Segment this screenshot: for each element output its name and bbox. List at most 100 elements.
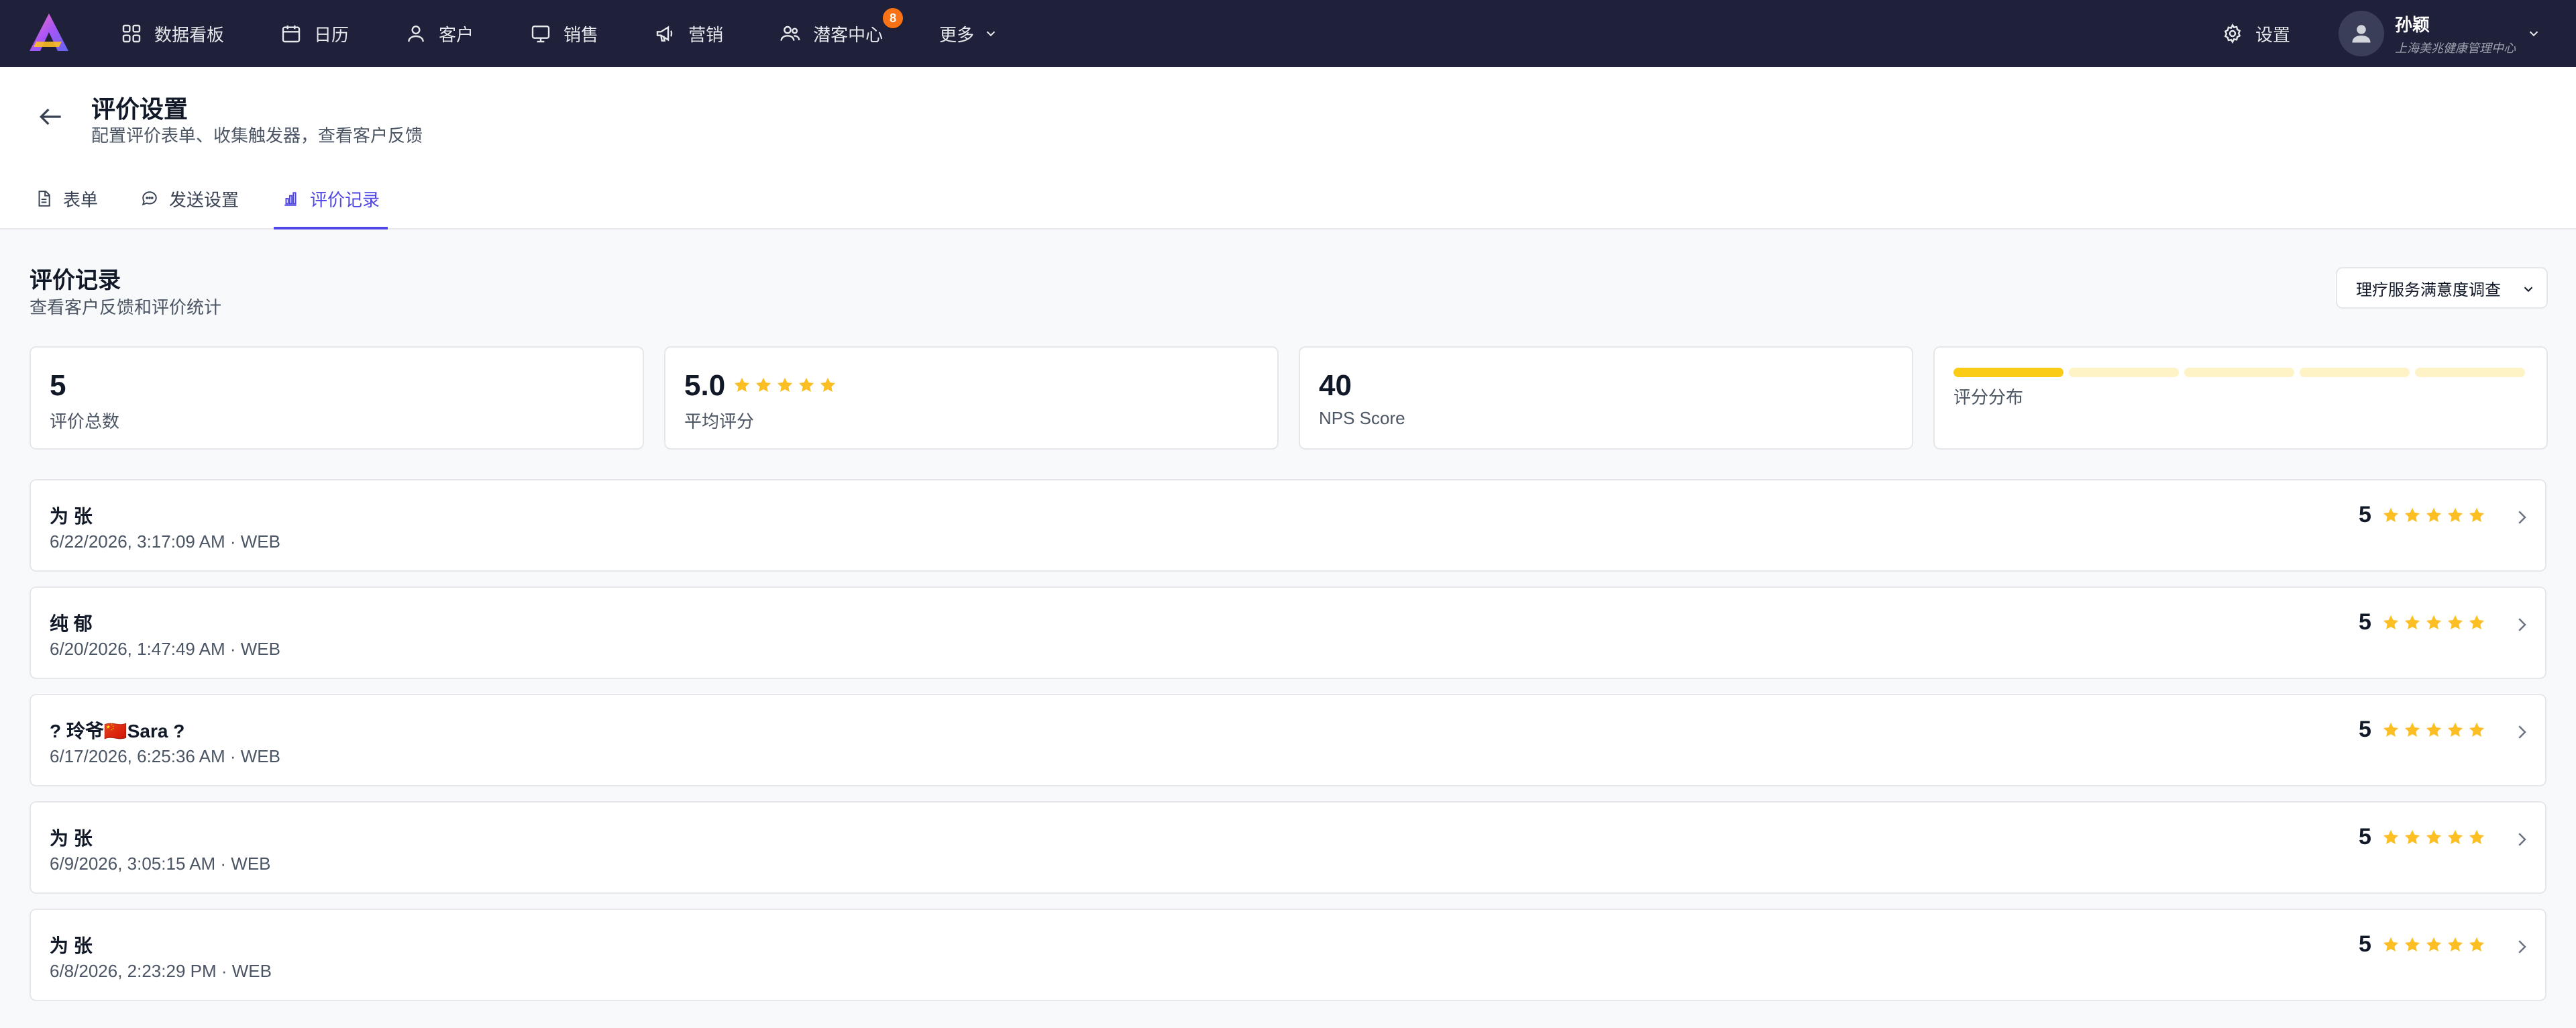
- review-record-row[interactable]: ? 玲爷🇨🇳Sara ? 6/17/2026, 6:25:36 AM · WEB…: [30, 694, 2546, 786]
- star-icon: [2469, 615, 2485, 630]
- nav-more-menu[interactable]: 更多: [939, 0, 998, 67]
- record-customer-name: 为 张: [50, 935, 93, 956]
- star-icon: [798, 377, 814, 393]
- nav-item-label: 潜客中心: [813, 24, 883, 45]
- total-reviews-value: 5: [50, 369, 66, 402]
- star-icon: [755, 377, 771, 393]
- nav-item-sales[interactable]: 销售: [530, 0, 598, 67]
- nav-item-dashboard[interactable]: 数据看板: [121, 0, 224, 67]
- record-meta: 6/17/2026, 6:25:36 AM · WEB: [50, 746, 280, 766]
- review-record-row[interactable]: 为 张 6/22/2026, 3:17:09 AM · WEB 5: [30, 479, 2546, 572]
- top-navigation-bar: 数据看板 日历 客户 销售 营销 潜客中心 8 更多 设置 孙颖 上海美兆健康管…: [0, 0, 2576, 67]
- chevron-down-icon: [983, 26, 998, 41]
- review-record-row[interactable]: 为 张 6/8/2026, 2:23:29 PM · WEB 5: [30, 909, 2546, 1001]
- nps-score-label: NPS Score: [1319, 408, 1405, 428]
- tab-review-records[interactable]: 评价记录: [274, 169, 388, 229]
- record-score: 5: [2359, 502, 2371, 527]
- nav-item-customers[interactable]: 客户: [405, 0, 474, 67]
- star-icon: [2383, 507, 2399, 523]
- chevron-right-icon: [2512, 829, 2532, 850]
- app-logo-icon[interactable]: [27, 11, 71, 55]
- star-icon: [2404, 937, 2420, 952]
- dashboard-icon: [121, 23, 142, 44]
- back-button[interactable]: [36, 102, 66, 132]
- survey-select[interactable]: 理疗服务满意度调查: [2336, 267, 2548, 309]
- record-meta: 6/8/2026, 2:23:29 PM · WEB: [50, 961, 272, 981]
- arrow-left-icon: [39, 108, 61, 125]
- star-icon: [2447, 507, 2463, 523]
- record-customer-name: 为 张: [50, 506, 93, 527]
- record-stars: [2381, 935, 2489, 954]
- star-icon: [777, 377, 793, 393]
- star-icon: [2404, 722, 2420, 737]
- nav-more-label: 更多: [939, 24, 975, 45]
- star-icon: [2447, 615, 2463, 630]
- star-icon: [2469, 829, 2485, 845]
- nav-item-label: 数据看板: [154, 24, 225, 45]
- users-icon: [780, 23, 801, 44]
- record-customer-name: 纯 郁: [50, 613, 93, 634]
- star-icon: [2404, 829, 2420, 845]
- record-meta: 6/9/2026, 3:05:15 AM · WEB: [50, 854, 271, 874]
- star-icon: [2404, 507, 2420, 523]
- page-header: 评价设置 配置评价表单、收集触发器，查看客户反馈 表单 发送设置 评价记录: [0, 67, 2576, 229]
- star-icon: [2383, 615, 2399, 630]
- monitor-icon: [530, 23, 551, 44]
- settings-link[interactable]: 设置: [2222, 21, 2290, 46]
- chevron-right-icon: [2512, 507, 2532, 527]
- nav-item-calendar[interactable]: 日历: [280, 0, 349, 67]
- stat-card-nps: 40 NPS Score: [1299, 346, 1913, 450]
- megaphone-icon: [655, 23, 676, 44]
- chevron-right-icon: [2512, 937, 2532, 957]
- star-icon: [2426, 937, 2442, 952]
- star-icon: [2383, 937, 2399, 952]
- tab-form[interactable]: 表单: [27, 169, 106, 228]
- document-icon: [35, 190, 52, 207]
- star-icon: [2469, 722, 2485, 737]
- nav-item-marketing[interactable]: 营销: [655, 0, 723, 67]
- record-stars: [2381, 613, 2489, 632]
- review-record-row[interactable]: 为 张 6/9/2026, 3:05:15 AM · WEB 5: [30, 801, 2546, 894]
- distribution-segment: [2300, 368, 2410, 377]
- rating-distribution-bars: [1953, 368, 2530, 377]
- chat-icon: [141, 190, 158, 207]
- record-score: 5: [2359, 609, 2371, 635]
- star-icon: [2426, 722, 2442, 737]
- distribution-segment: [1953, 368, 2063, 377]
- review-record-row[interactable]: 纯 郁 6/20/2026, 1:47:49 AM · WEB 5: [30, 586, 2546, 679]
- average-rating-label: 平均评分: [684, 411, 755, 431]
- chevron-right-icon: [2512, 722, 2532, 742]
- gear-icon: [2222, 23, 2243, 44]
- section-title: 评价记录: [30, 268, 121, 293]
- distribution-segment: [2415, 368, 2525, 377]
- star-icon: [2383, 722, 2399, 737]
- user-name: 孙颖: [2395, 14, 2430, 35]
- star-icon: [734, 377, 750, 393]
- distribution-fill: [1953, 368, 2063, 377]
- nav-item-label: 客户: [439, 24, 474, 45]
- bar-chart-icon: [282, 190, 299, 207]
- user-menu[interactable]: 孙颖 上海美兆健康管理中心: [2339, 11, 2541, 56]
- record-customer-name: 为 张: [50, 828, 93, 849]
- star-icon: [2426, 829, 2442, 845]
- section-subtitle: 查看客户反馈和评价统计: [30, 297, 222, 317]
- star-icon: [2447, 722, 2463, 737]
- record-score: 5: [2359, 931, 2371, 957]
- star-icon: [2404, 615, 2420, 630]
- tab-send-settings[interactable]: 发送设置: [133, 169, 247, 228]
- star-icon: [2447, 937, 2463, 952]
- total-reviews-label: 评价总数: [50, 411, 120, 431]
- distribution-segment: [2069, 368, 2179, 377]
- nav-item-leads[interactable]: 潜客中心 8: [780, 0, 904, 67]
- record-score: 5: [2359, 717, 2371, 742]
- nav-item-label: 日历: [314, 24, 350, 45]
- tab-label: 发送设置: [169, 189, 239, 210]
- calendar-icon: [280, 23, 302, 44]
- user-icon: [405, 23, 427, 44]
- record-customer-name: ? 玲爷🇨🇳Sara ?: [50, 721, 185, 741]
- record-stars: [2381, 506, 2489, 525]
- record-stars: [2381, 721, 2489, 739]
- star-icon: [2469, 507, 2485, 523]
- stat-card-average: 5.0 平均评分: [664, 346, 1279, 450]
- chevron-down-icon: [2526, 26, 2541, 41]
